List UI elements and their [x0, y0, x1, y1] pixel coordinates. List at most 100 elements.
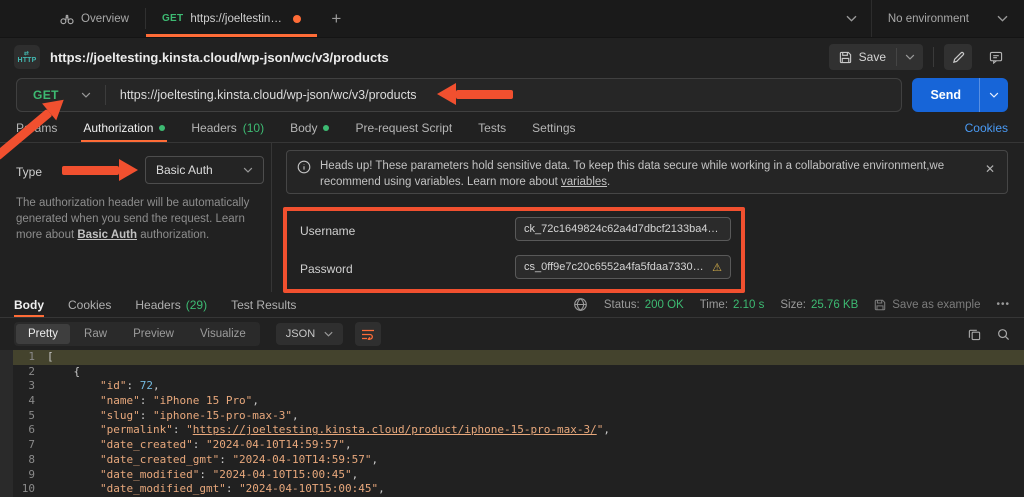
comment-icon: [989, 51, 1003, 64]
tab-overview-label: Overview: [81, 13, 129, 25]
code-line-9: 9 "date_modified": "2024-04-10T15:00:45"…: [13, 468, 1024, 483]
close-icon[interactable]: ✕: [985, 162, 995, 176]
unsaved-dot: [293, 15, 301, 23]
comments-button[interactable]: [982, 44, 1010, 70]
wrap-text-icon: [361, 328, 375, 340]
chevron-down-icon: [81, 92, 91, 98]
code-text: "date_modified_gmt": "2024-04-10T15:00:4…: [47, 482, 385, 497]
response-tabs: Body Cookies Headers(29) Test Results: [14, 292, 296, 317]
heads-up-text-end: .: [607, 176, 610, 188]
tab-tests[interactable]: Tests: [478, 114, 506, 142]
info-icon: [297, 160, 311, 174]
time-indicator[interactable]: Time: 2.10 s: [700, 299, 765, 311]
request-title-row: ⇄ HTTP https://joeltesting.kinsta.cloud/…: [0, 38, 1024, 76]
tab-label: Headers: [135, 298, 180, 312]
code-line-4: 4 "name": "iPhone 15 Pro",: [13, 394, 1024, 409]
wrap-lines-button[interactable]: [355, 322, 381, 346]
sidebar-toggle-chevron-icon[interactable]: [832, 0, 871, 37]
status-indicator[interactable]: Status: 200 OK: [604, 299, 684, 311]
chevron-down-icon: [997, 15, 1008, 22]
environment-selector[interactable]: No environment: [871, 0, 1024, 37]
format-value: JSON: [286, 328, 315, 340]
search-icon: [997, 328, 1010, 341]
tab-label: Test Results: [231, 298, 296, 312]
username-field[interactable]: ck_72c1649824c62a4d7dbcf2133ba446aa...: [515, 217, 731, 241]
warning-icon: ⚠: [712, 261, 722, 274]
code-text: {: [47, 365, 80, 380]
auth-type-dropdown[interactable]: Basic Auth: [145, 156, 264, 184]
line-number: 4: [13, 394, 47, 409]
code-line-2: 2 {: [13, 365, 1024, 380]
save-as-example-button[interactable]: Save as example: [874, 299, 980, 311]
auth-description-text2: authorization.: [137, 229, 209, 241]
code-text: "name": "iPhone 15 Pro",: [47, 394, 259, 409]
http-badge-label: HTTP: [17, 57, 36, 64]
divider: [933, 47, 934, 67]
new-tab-button[interactable]: +: [317, 0, 355, 37]
heads-up-banner: Heads up! These parameters hold sensitiv…: [286, 150, 1008, 194]
tab-label: Settings: [532, 121, 575, 135]
save-button[interactable]: Save: [829, 44, 923, 70]
line-number: 7: [13, 438, 47, 453]
copy-button[interactable]: [968, 328, 981, 341]
url-input[interactable]: https://joeltesting.kinsta.cloud/wp-json…: [106, 88, 431, 102]
code-lines: 1[2 {3 "id": 72,4 "name": "iPhone 15 Pro…: [13, 350, 1024, 497]
basic-auth-link[interactable]: Basic Auth: [77, 229, 137, 241]
method-selector[interactable]: GET: [17, 88, 105, 102]
save-button-label: Save: [859, 50, 886, 64]
username-label: Username: [300, 224, 355, 238]
tab-overview[interactable]: Overview: [44, 0, 145, 37]
code-line-5: 5 "slug": "iphone-15-pro-max-3",: [13, 409, 1024, 424]
request-title: https://joeltesting.kinsta.cloud/wp-json…: [50, 50, 389, 65]
time-label: Time:: [700, 299, 728, 311]
size-label: Size:: [780, 299, 806, 311]
tab-request[interactable]: GET https://joeltesting.kinsta: [146, 0, 317, 37]
modified-dot: [159, 125, 165, 131]
search-button[interactable]: [997, 328, 1010, 341]
tab-authorization[interactable]: Authorization: [83, 114, 165, 142]
send-button-label: Send: [912, 78, 979, 112]
variables-link[interactable]: variables: [561, 176, 607, 188]
view-preview[interactable]: Preview: [121, 324, 186, 344]
auth-type-column: Type Basic Auth The authorization header…: [0, 143, 272, 292]
tab-cookies[interactable]: Cookies: [68, 292, 111, 317]
tab-headers[interactable]: Headers(10): [191, 114, 264, 142]
send-dropdown-button[interactable]: [979, 78, 1008, 112]
pencil-icon: [952, 51, 965, 64]
postman-window: Overview GET https://joeltesting.kinsta …: [0, 0, 1024, 497]
tab-headers[interactable]: Headers(29): [135, 292, 207, 317]
more-options-button[interactable]: •••: [996, 299, 1010, 310]
save-dropdown-button[interactable]: [896, 48, 923, 66]
tab-params[interactable]: Params: [16, 114, 57, 142]
code-text: "permalink": "https://joeltesting.kinsta…: [47, 423, 610, 438]
cookies-link[interactable]: Cookies: [965, 114, 1008, 142]
tab-body[interactable]: Body: [290, 114, 329, 142]
tab-test-results[interactable]: Test Results: [231, 292, 296, 317]
tab-body[interactable]: Body: [14, 292, 44, 317]
status-value: 200 OK: [645, 299, 684, 311]
auth-type-label: Type: [16, 165, 42, 179]
network-globe-icon[interactable]: [573, 297, 588, 312]
password-field[interactable]: cs_0ff9e7c20c6552a4fa5fdaa733061dba... ⚠: [515, 255, 731, 279]
view-visualize[interactable]: Visualize: [188, 324, 258, 344]
request-tabs: Params Authorization Headers(10) Body Pre-re…: [16, 114, 576, 142]
line-number: 9: [13, 468, 47, 483]
code-line-3: 3 "id": 72,: [13, 379, 1024, 394]
tab-label: Cookies: [68, 298, 111, 312]
tab-settings[interactable]: Settings: [532, 114, 575, 142]
send-button[interactable]: Send: [912, 78, 1008, 112]
line-number: 3: [13, 379, 47, 394]
format-dropdown[interactable]: JSON: [276, 323, 343, 345]
tab-pre-request-script[interactable]: Pre-request Script: [355, 114, 452, 142]
view-pretty[interactable]: Pretty: [16, 324, 70, 344]
edit-button[interactable]: [944, 44, 972, 70]
chevron-down-icon: [243, 167, 253, 173]
size-value: 25.76 KB: [811, 299, 858, 311]
view-raw[interactable]: Raw: [72, 324, 119, 344]
size-indicator[interactable]: Size: 25.76 KB: [780, 299, 858, 311]
response-body-editor[interactable]: 1[2 {3 "id": 72,4 "name": "iPhone 15 Pro…: [0, 350, 1024, 497]
response-meta: Status: 200 OK Time: 2.10 s Size: 25.76 …: [573, 292, 1010, 317]
auth-type-value: Basic Auth: [156, 163, 213, 177]
code-text: [: [47, 350, 54, 365]
save-as-example-label: Save as example: [892, 299, 980, 311]
